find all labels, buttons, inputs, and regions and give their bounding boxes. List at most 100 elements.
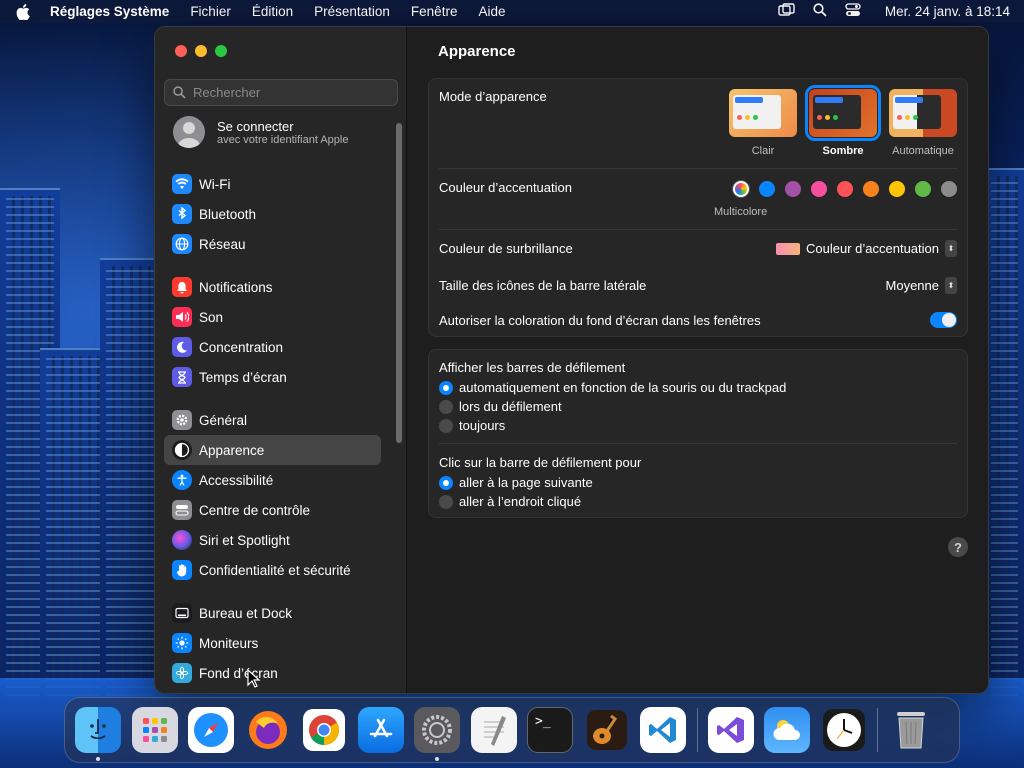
scroll-bars-option-auto[interactable]: automatiquement en fonction de la souris…: [439, 378, 786, 397]
close-window-button[interactable]: [175, 45, 187, 57]
control-center-icon[interactable]: [845, 3, 861, 20]
dock-separator: [877, 708, 878, 752]
sidebar-item-desktop-dock[interactable]: Bureau et Dock: [164, 598, 381, 628]
sidebar-icon-size-popup[interactable]: Moyenne ⬍: [886, 277, 957, 294]
accent-color-selected-name: Multicolore: [714, 206, 768, 218]
dock-textedit-icon[interactable]: [470, 707, 517, 753]
apple-id-login[interactable]: Se connecter avec votre identifiant Appl…: [155, 115, 407, 149]
dock-finder-icon[interactable]: [75, 707, 121, 761]
sidebar-item-wifi[interactable]: Wi-Fi: [164, 169, 381, 199]
sidebar-item-network[interactable]: Réseau: [164, 229, 381, 259]
menu-fichier[interactable]: Fichier: [190, 4, 231, 19]
dock-vscode-icon[interactable]: [640, 707, 686, 753]
sidebar-item-privacy-security[interactable]: Confidentialité et sécurité: [164, 555, 381, 585]
scroll-bars-option-always[interactable]: toujours: [439, 416, 786, 435]
appearance-option-light[interactable]: Clair: [729, 89, 797, 157]
page-title: Apparence: [438, 43, 516, 60]
dock-visual-studio-icon[interactable]: [707, 707, 754, 753]
accent-swatch-orange[interactable]: [863, 181, 879, 197]
sidebar-item-label: Notifications: [199, 279, 273, 295]
sidebar-item-siri-spotlight[interactable]: Siri et Spotlight: [164, 525, 381, 555]
spotlight-search-icon[interactable]: [813, 3, 827, 20]
accent-swatch-green[interactable]: [915, 181, 931, 197]
apple-menu-icon[interactable]: [14, 3, 32, 21]
moon-icon: [172, 337, 192, 357]
highlight-color-popup[interactable]: Couleur d’accentuation ⬍: [776, 240, 957, 257]
sidebar-item-notifications[interactable]: Notifications: [164, 272, 381, 302]
accent-swatch-blue[interactable]: [759, 181, 775, 197]
dock-firefox-icon[interactable]: [245, 707, 291, 753]
dock-launchpad-icon[interactable]: [131, 707, 178, 753]
wallpaper-tinting-toggle[interactable]: [930, 312, 957, 328]
divider: [439, 229, 957, 230]
menu-clock[interactable]: Mer. 24 janv. à 18:14: [885, 4, 1010, 19]
sidebar-item-sound[interactable]: Son: [164, 302, 381, 332]
sidebar-icon-size-row: Taille des icônes de la barre latérale M…: [439, 277, 957, 294]
accent-swatch-yellow[interactable]: [889, 181, 905, 197]
radio-button: [439, 380, 453, 395]
search-icon: [173, 86, 186, 99]
sidebar-item-label: Bureau et Dock: [199, 605, 293, 621]
dock-chrome-icon[interactable]: [301, 707, 347, 753]
light-mode-preview: [729, 89, 797, 137]
accent-swatch-multicolor[interactable]: [733, 181, 749, 197]
menu-presentation[interactable]: Présentation: [314, 4, 390, 19]
dock-weather-icon[interactable]: [764, 707, 810, 753]
screen-mirroring-icon[interactable]: [778, 3, 795, 20]
menu-aide[interactable]: Aide: [478, 4, 505, 19]
sidebar-item-wallpaper[interactable]: Fond d’écran: [164, 658, 381, 688]
dock-system-settings-icon[interactable]: [414, 707, 460, 761]
dock-trash-icon[interactable]: [888, 707, 934, 753]
radio-label: toujours: [459, 418, 506, 433]
sidebar-item-label: Général: [199, 412, 248, 428]
menu-edition[interactable]: Édition: [252, 4, 293, 19]
minimize-window-button[interactable]: [195, 45, 207, 57]
accent-swatch-graphite[interactable]: [941, 181, 957, 197]
sidebar-item-screen-time[interactable]: Temps d’écran: [164, 362, 381, 392]
highlight-color-value: Couleur d’accentuation: [806, 241, 939, 256]
dock-app-store-icon[interactable]: [357, 707, 404, 753]
dock-clock-icon[interactable]: [821, 707, 867, 753]
accent-swatch-purple[interactable]: [785, 181, 801, 197]
sidebar-item-label: Concentration: [199, 339, 284, 355]
sidebar-item-label: Apparence: [199, 442, 265, 458]
sidebar-icon-size-label: Taille des icônes de la barre latérale: [439, 278, 647, 293]
scroll-click-option-next-page[interactable]: aller à la page suivante: [439, 473, 593, 492]
sun-icon: [172, 633, 192, 653]
sidebar-item-label: Confidentialité et sécurité: [199, 562, 351, 578]
sidebar-item-displays[interactable]: Moniteurs: [164, 628, 381, 658]
sidebar-item-appearance[interactable]: Apparence: [164, 435, 381, 465]
accent-swatch-pink[interactable]: [811, 181, 827, 197]
sidebar-item-focus[interactable]: Concentration: [164, 332, 381, 362]
dock-terminal-icon[interactable]: >_: [527, 707, 573, 753]
appearance-option-label: Automatique: [892, 145, 954, 157]
scroll-click-option-clicked-spot[interactable]: aller à l’endroit cliqué: [439, 492, 593, 511]
sidebar-item-label: Son: [199, 309, 224, 325]
dock-safari-icon[interactable]: [188, 707, 234, 753]
sidebar-item-bluetooth[interactable]: Bluetooth: [164, 199, 381, 229]
appearance-option-dark[interactable]: Sombre: [805, 85, 881, 157]
accessibility-icon: [172, 470, 192, 490]
bell-icon: [172, 277, 192, 297]
sidebar-item-label: Accessibilité: [199, 472, 274, 488]
wifi-icon: [172, 174, 192, 194]
radio-button: [439, 399, 453, 414]
dock-icon: [172, 603, 192, 623]
zoom-window-button[interactable]: [215, 45, 227, 57]
appearance-option-label: Sombre: [822, 145, 864, 157]
help-button[interactable]: ?: [948, 537, 968, 557]
sidebar-item-control-center[interactable]: Centre de contrôle: [164, 495, 381, 525]
sidebar-item-general[interactable]: Général: [164, 405, 381, 435]
sidebar-icon-size-value: Moyenne: [885, 278, 939, 293]
sidebar-scrollbar[interactable]: [396, 123, 402, 443]
sidebar-item-accessibility[interactable]: Accessibilité: [164, 465, 381, 495]
accent-swatch-red[interactable]: [837, 181, 853, 197]
scroll-bars-option-scrolling[interactable]: lors du défilement: [439, 397, 786, 416]
search-field[interactable]: Rechercher: [164, 79, 398, 106]
sidebar-item-label: Siri et Spotlight: [199, 532, 290, 548]
appearance-option-auto[interactable]: Automatique: [889, 89, 957, 157]
menu-app-name[interactable]: Réglages Système: [50, 4, 169, 19]
globe-icon: [172, 234, 192, 254]
menu-fenetre[interactable]: Fenêtre: [411, 4, 458, 19]
dock-garageband-icon[interactable]: [584, 707, 630, 753]
